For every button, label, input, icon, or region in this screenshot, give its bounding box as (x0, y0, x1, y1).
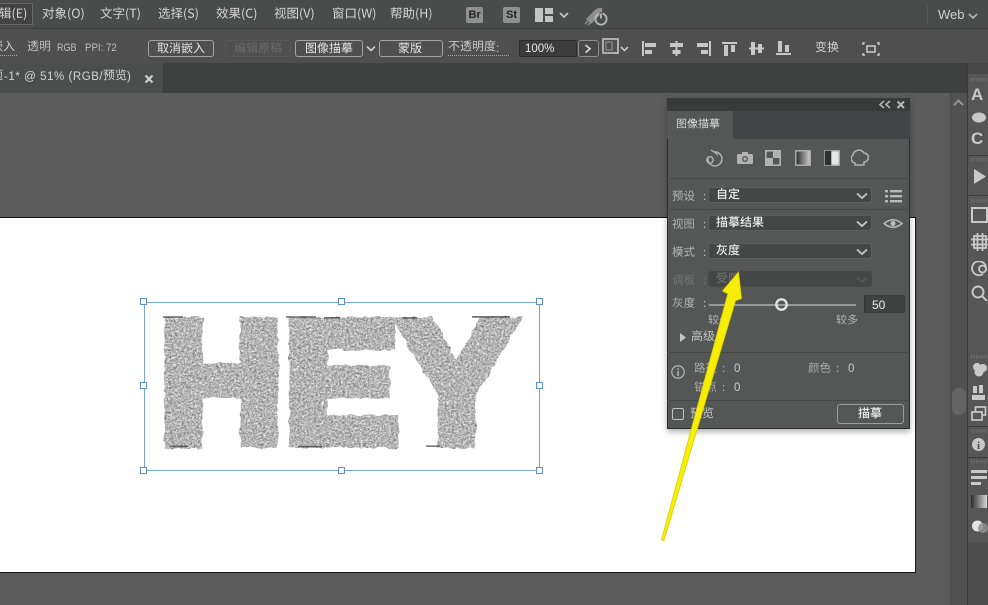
svg-text:i: i (977, 440, 980, 452)
